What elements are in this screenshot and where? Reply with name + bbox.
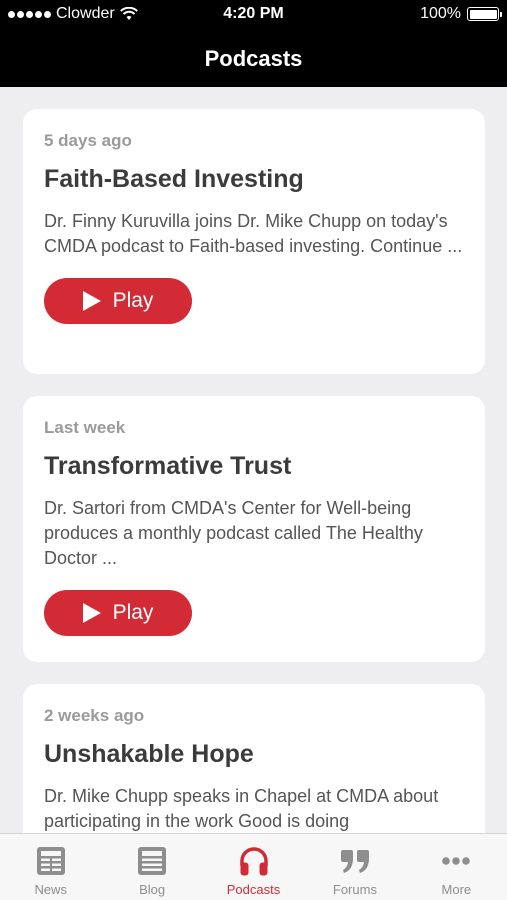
tab-label: Blog (139, 882, 166, 897)
tab-news[interactable]: News (0, 834, 101, 900)
podcast-title: Faith-Based Investing (44, 165, 304, 193)
podcast-card[interactable]: Last week Transformative Trust Dr. Sarto… (23, 396, 485, 662)
play-icon (82, 603, 101, 623)
status-bar: Clowder 4:20 PM 100% (0, 0, 507, 30)
podcast-description: Dr. Mike Chupp speaks in Chapel at CMDA … (44, 786, 439, 831)
podcast-card[interactable]: 2 weeks ago Unshakable Hope Dr. Mike Chu… (23, 684, 485, 833)
podcast-card[interactable]: 5 days ago Faith-Based Investing Dr. Fin… (23, 109, 485, 374)
quote-icon (340, 850, 369, 873)
newspaper-icon (36, 847, 65, 875)
play-icon (82, 291, 101, 311)
battery-percent: 100% (420, 5, 461, 22)
podcast-title: Transformative Trust (44, 452, 292, 480)
play-label: Play (112, 601, 154, 624)
tab-more[interactable]: More (406, 834, 507, 900)
document-icon (138, 847, 167, 875)
podcast-date: 5 days ago (44, 131, 132, 150)
tab-blog[interactable]: Blog (101, 834, 202, 900)
tab-label: Podcasts (226, 882, 281, 897)
headphones-icon (239, 847, 268, 876)
tab-forums[interactable]: Forums (304, 834, 405, 900)
page-title: Podcasts (204, 45, 303, 71)
tab-podcasts[interactable]: Podcasts (203, 834, 304, 900)
play-button[interactable]: Play (44, 278, 192, 324)
tab-label: Forums (332, 882, 377, 897)
podcast-date: 2 weeks ago (44, 706, 145, 725)
tab-label: More (441, 882, 472, 897)
podcast-title: Unshakable Hope (44, 740, 254, 768)
tab-label: News (34, 882, 67, 897)
battery-icon (467, 7, 502, 21)
play-button[interactable]: Play (44, 590, 192, 636)
podcast-list[interactable]: 5 days ago Faith-Based Investing Dr. Fin… (0, 87, 507, 833)
play-label: Play (112, 289, 154, 312)
podcast-description: Dr. Finny Kuruvilla joins Dr. Mike Chupp… (44, 211, 463, 256)
podcast-date: Last week (44, 418, 126, 437)
more-dots-icon (442, 857, 471, 865)
podcast-description: Dr. Sartori from CMDA's Center for Well-… (44, 498, 423, 568)
tab-bar: News Blog Podcasts Forums More (0, 833, 507, 900)
nav-bar: Podcasts (0, 30, 507, 87)
